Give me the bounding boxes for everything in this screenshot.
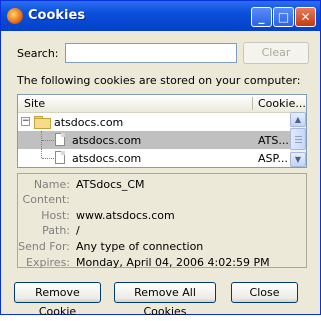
scroll-thumb[interactable] xyxy=(290,128,306,150)
tree-line xyxy=(42,140,54,141)
tree-row-cookie-selected[interactable]: atsdocs.com ATS... xyxy=(18,131,290,149)
tree-cell-cookie: ATS... xyxy=(258,134,289,147)
scroll-up-arrow-icon[interactable]: ▲ xyxy=(290,112,306,127)
close-button[interactable]: Close xyxy=(231,282,298,303)
title-bar[interactable]: Cookies _ □ ✕ xyxy=(1,1,320,31)
tree-cell-site: atsdocs.com xyxy=(72,152,142,165)
scroll-down-arrow-icon[interactable]: ▼ xyxy=(290,152,306,167)
tree-scrollbar[interactable]: ▲ ▼ xyxy=(290,112,306,167)
tree-cell-cookie: ASP... xyxy=(258,152,288,165)
detail-value-name: ATSdocs_CM xyxy=(76,178,145,191)
cookies-window: Cookies _ □ ✕ Search: Clear The followin… xyxy=(0,0,321,318)
tree-line xyxy=(41,149,42,158)
detail-value-expires: Monday, April 04, 2006 4:02:59 PM xyxy=(76,256,270,269)
search-label: Search: xyxy=(17,47,59,60)
tree-cell-site: atsdocs.com xyxy=(72,134,142,147)
detail-value-path: / xyxy=(76,224,80,237)
collapse-twisty-icon[interactable]: − xyxy=(21,117,30,126)
tree-row-folder[interactable]: − atsdocs.com xyxy=(18,113,290,131)
cookie-details-panel: Name: ATSdocs_CM Content: Host: www.atsd… xyxy=(17,173,307,269)
clear-button[interactable]: Clear xyxy=(243,42,309,64)
cookie-document-icon xyxy=(55,133,65,146)
close-window-button[interactable]: ✕ xyxy=(295,7,316,27)
cookie-tree[interactable]: Site Cookie... − atsdocs.com atsdocs.com… xyxy=(17,94,307,168)
detail-value-send-for: Any type of connection xyxy=(76,240,204,253)
remove-all-cookies-button[interactable]: Remove All Cookies xyxy=(114,282,216,318)
detail-label-name: Name: xyxy=(33,178,70,191)
tree-header: Site Cookie... xyxy=(18,95,306,113)
cookie-document-icon xyxy=(55,151,65,164)
window-title: Cookies xyxy=(28,8,86,23)
detail-label-expires: Expires: xyxy=(26,256,70,269)
minimize-button[interactable]: _ xyxy=(251,7,272,27)
detail-label-host: Host: xyxy=(41,209,70,222)
cookies-intro-text: The following cookies are stored on your… xyxy=(17,74,301,87)
column-header-site[interactable]: Site xyxy=(24,97,45,110)
folder-icon xyxy=(34,116,51,129)
detail-value-host: www.atsdocs.com xyxy=(76,209,175,222)
search-input[interactable] xyxy=(65,43,237,63)
maximize-button[interactable]: □ xyxy=(273,7,294,27)
tree-row-cookie[interactable]: atsdocs.com ASP... xyxy=(18,149,290,167)
column-separator[interactable] xyxy=(252,97,253,110)
tree-line xyxy=(42,158,54,159)
firefox-logo-icon xyxy=(7,8,23,24)
detail-label-send-for: Send For: xyxy=(18,240,70,253)
tree-cell-site: atsdocs.com xyxy=(54,116,124,129)
detail-label-path: Path: xyxy=(42,224,70,237)
remove-cookie-button[interactable]: Remove Cookie xyxy=(14,282,101,318)
column-header-cookie[interactable]: Cookie... xyxy=(258,97,306,110)
detail-label-content: Content: xyxy=(22,193,70,206)
